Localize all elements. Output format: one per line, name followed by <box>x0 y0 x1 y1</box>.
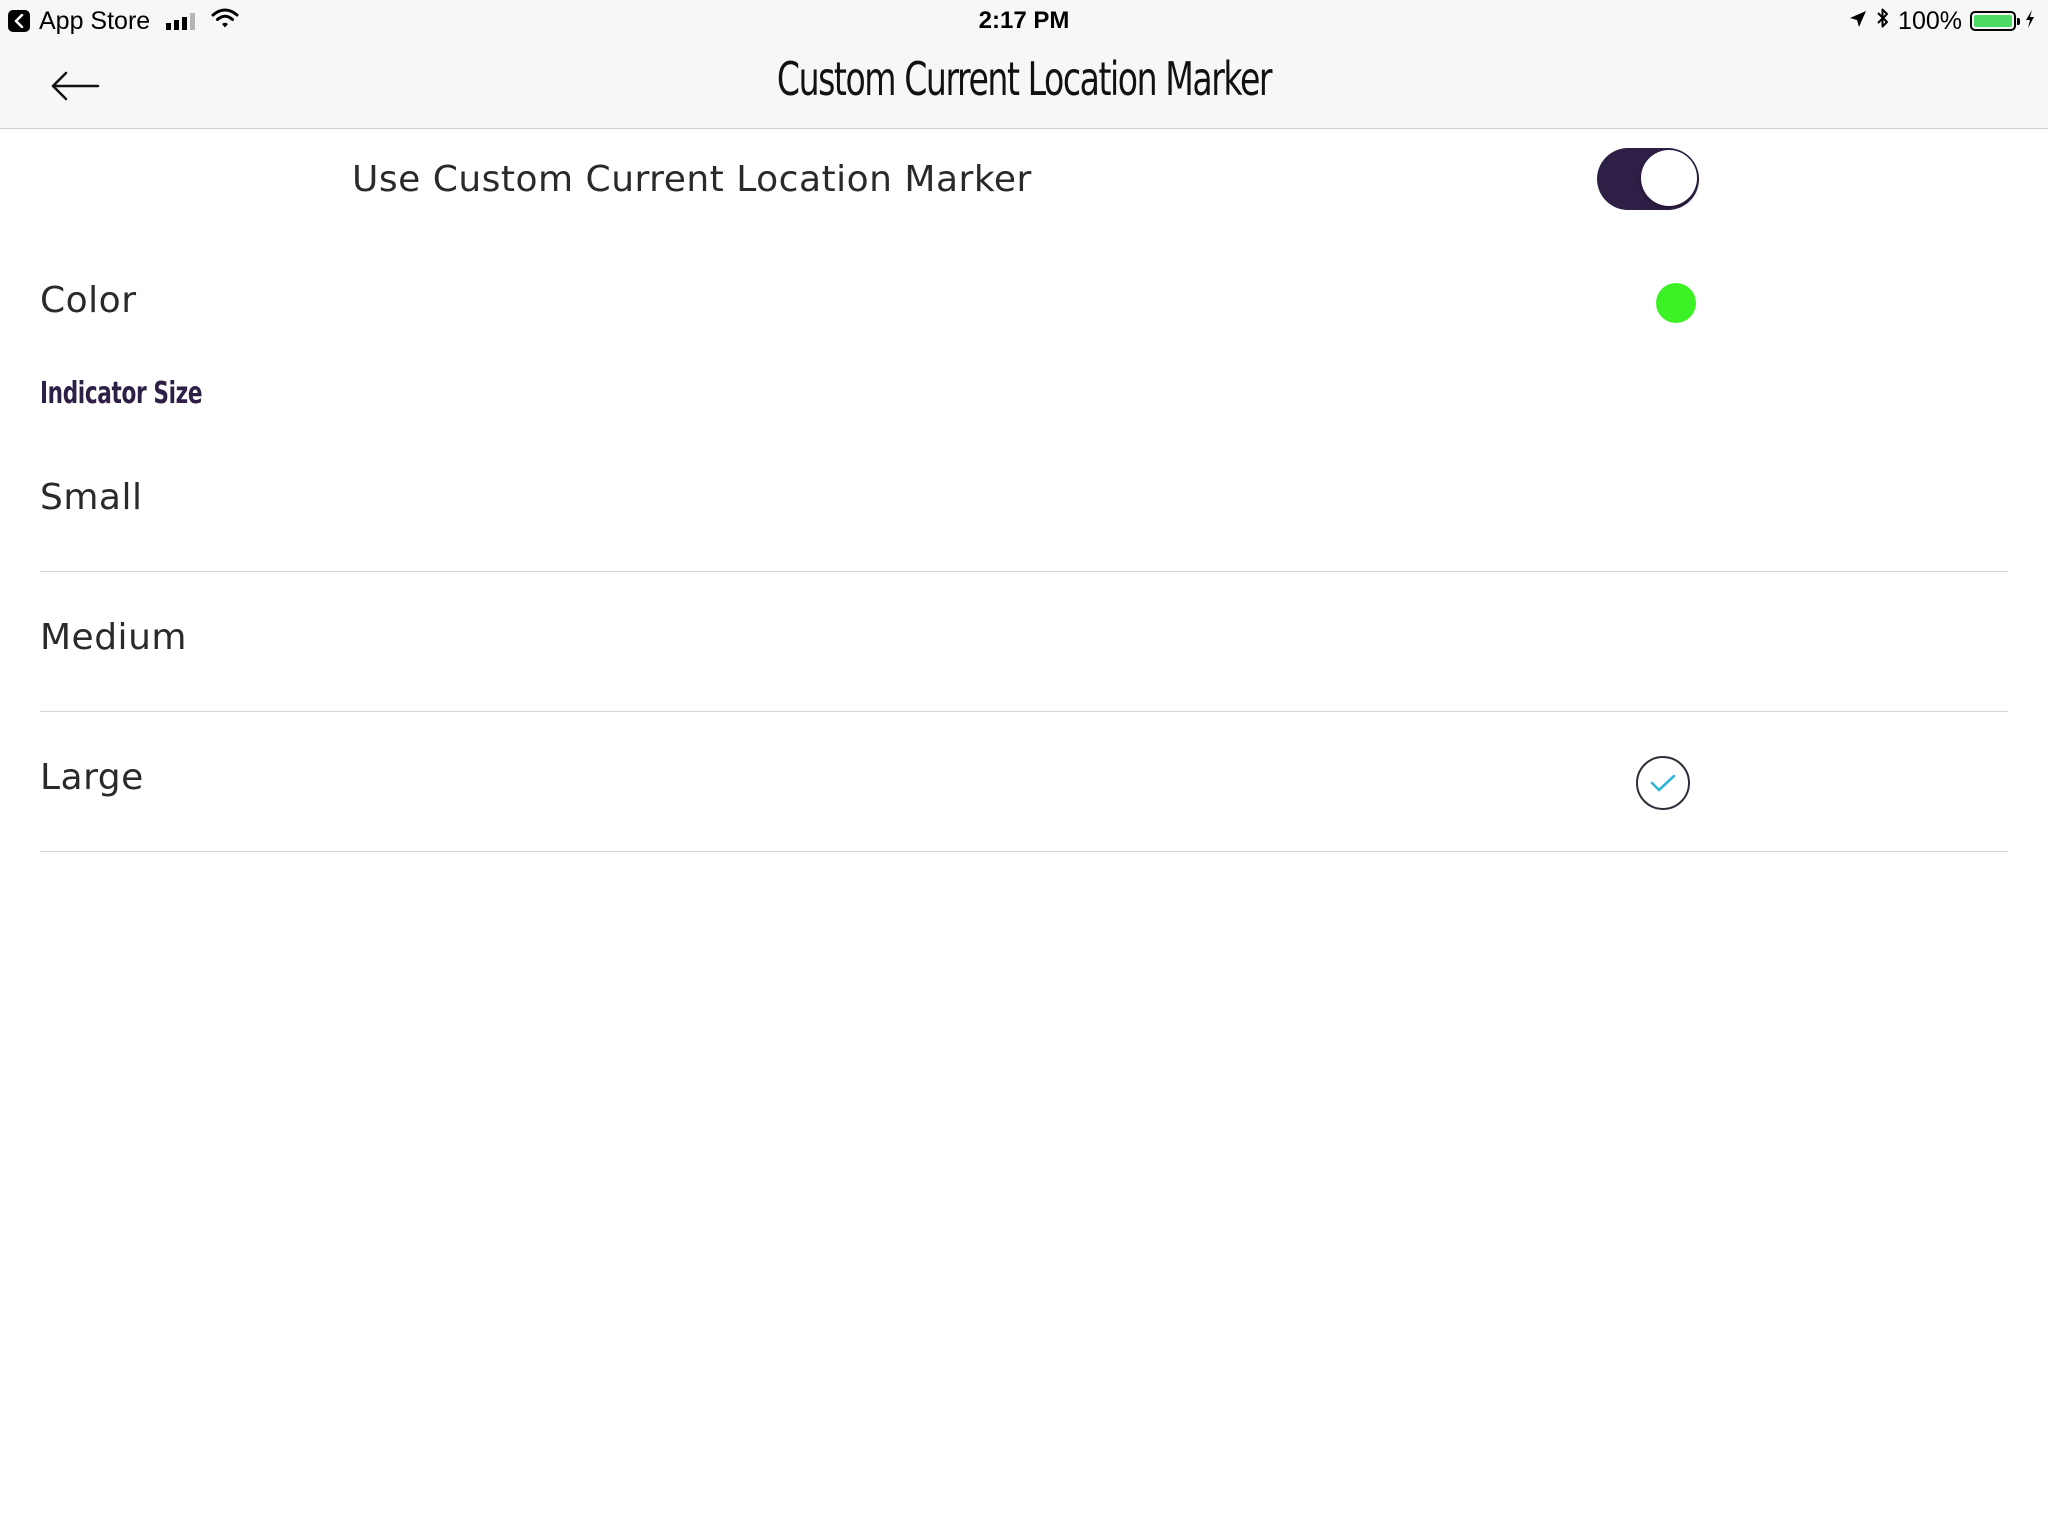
divider <box>40 851 2008 852</box>
size-option-label: Large <box>40 757 144 798</box>
size-option-small[interactable]: Small <box>0 432 2048 572</box>
custom-marker-toggle[interactable] <box>1597 148 1699 210</box>
page-title: Custom Current Location Marker <box>776 52 1273 106</box>
toggle-knob <box>1641 150 1697 206</box>
status-time: 2:17 PM <box>978 7 1070 34</box>
bluetooth-icon <box>1876 7 1890 36</box>
size-option-label: Medium <box>40 617 187 658</box>
size-option-label: Small <box>40 477 143 518</box>
charging-bolt-icon <box>2024 7 2036 36</box>
selected-check-icon <box>1636 756 1690 810</box>
battery-fill <box>1974 15 2012 27</box>
section-header-indicator-size: Indicator Size <box>40 376 203 411</box>
size-option-medium[interactable]: Medium <box>0 572 2048 712</box>
back-arrow-icon <box>51 71 100 101</box>
battery-icon <box>1970 11 2020 31</box>
battery-percent: 100% <box>1898 6 1962 35</box>
nav-bar: Custom Current Location Marker <box>0 42 2048 129</box>
status-bar-right: 100% <box>1848 6 2036 36</box>
color-row[interactable]: Color <box>0 250 2048 354</box>
custom-marker-label: Use Custom Current Location Marker <box>352 159 1032 200</box>
custom-marker-row: Use Custom Current Location Marker <box>0 129 2048 233</box>
back-button[interactable] <box>40 62 110 110</box>
color-swatch[interactable] <box>1656 283 1696 323</box>
battery-nub <box>2017 18 2020 25</box>
status-bar: App Store 2:17 PM 100% <box>0 0 2048 42</box>
location-arrow-icon <box>1848 7 1868 36</box>
size-option-large[interactable]: Large <box>0 712 2048 852</box>
color-label: Color <box>40 280 137 321</box>
